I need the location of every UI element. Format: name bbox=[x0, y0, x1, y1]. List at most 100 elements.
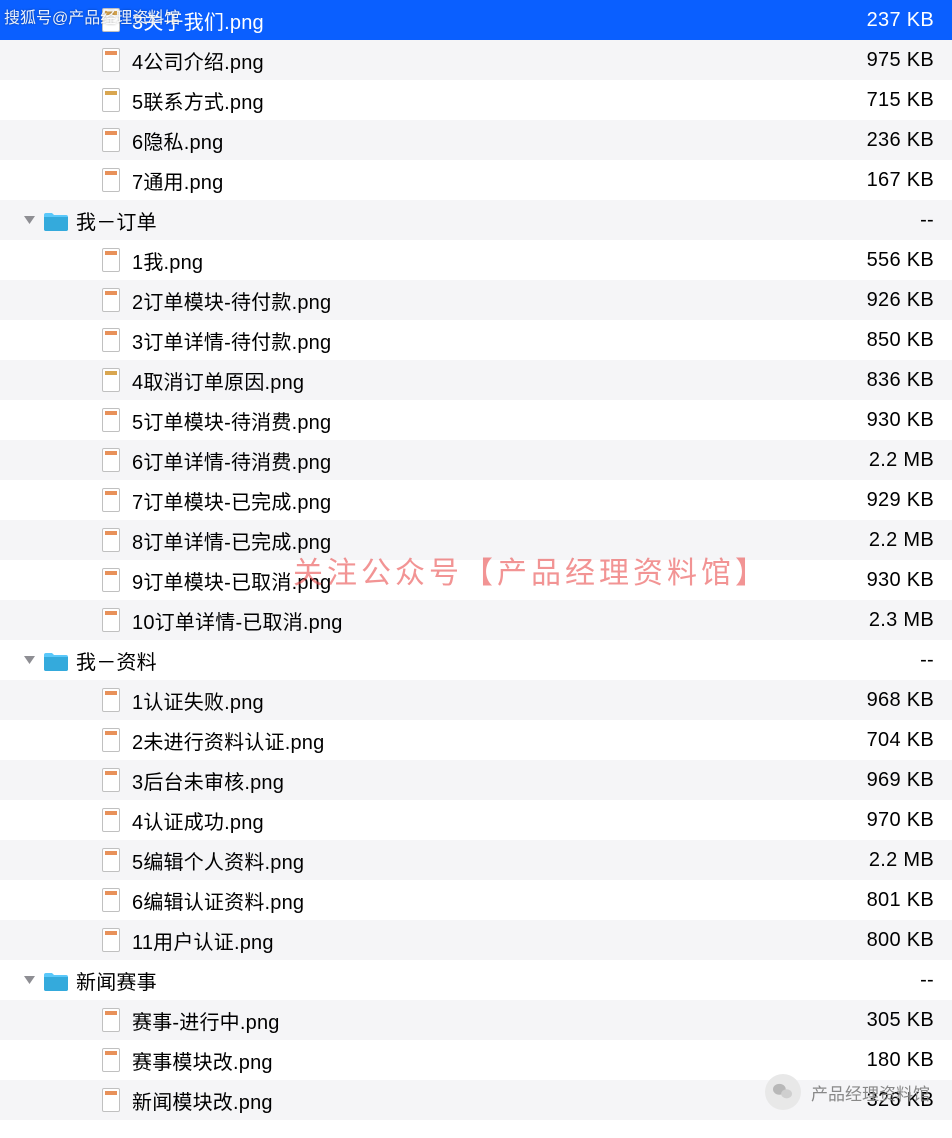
file-size: -- bbox=[844, 969, 934, 992]
file-name: 5编辑个人资料.png bbox=[132, 846, 844, 875]
file-list: 3关于我们.png237 KB4公司介绍.png975 KB5联系方式.png7… bbox=[0, 0, 952, 1120]
file-name: 4取消订单原因.png bbox=[132, 366, 844, 395]
file-size: 715 KB bbox=[844, 89, 934, 112]
image-file-icon bbox=[102, 1048, 120, 1072]
watermark-top-left: 搜狐号@产品经理资料馆 bbox=[4, 4, 180, 28]
file-size: 969 KB bbox=[844, 769, 934, 792]
chevron-down-icon[interactable] bbox=[18, 656, 40, 664]
file-row[interactable]: 10订单详情-已取消.png2.3 MB bbox=[0, 600, 952, 640]
file-name: 1认证失败.png bbox=[132, 686, 844, 715]
image-file-icon bbox=[102, 808, 120, 832]
file-name: 6订单详情-待消费.png bbox=[132, 446, 844, 475]
image-file-icon bbox=[102, 928, 120, 952]
file-row[interactable]: 3订单详情-待付款.png850 KB bbox=[0, 320, 952, 360]
wechat-badge: 产品经理资料馆 bbox=[765, 1074, 930, 1110]
file-size: 180 KB bbox=[844, 1049, 934, 1072]
file-row[interactable]: 1认证失败.png968 KB bbox=[0, 680, 952, 720]
file-name: 9订单模块-已取消.png bbox=[132, 566, 844, 595]
file-name: 3后台未审核.png bbox=[132, 766, 844, 795]
image-file-icon bbox=[102, 168, 120, 192]
file-size: 167 KB bbox=[844, 169, 934, 192]
image-file-icon bbox=[102, 1088, 120, 1112]
folder-name: 我－订单 bbox=[76, 206, 844, 235]
file-row[interactable]: 5订单模块-待消费.png930 KB bbox=[0, 400, 952, 440]
file-row[interactable]: 7通用.png167 KB bbox=[0, 160, 952, 200]
file-row[interactable]: 11用户认证.png800 KB bbox=[0, 920, 952, 960]
image-file-icon bbox=[102, 768, 120, 792]
file-size: 926 KB bbox=[844, 289, 934, 312]
file-name: 5联系方式.png bbox=[132, 86, 844, 115]
file-size: 975 KB bbox=[844, 49, 934, 72]
file-size: 556 KB bbox=[844, 249, 934, 272]
image-file-icon bbox=[102, 848, 120, 872]
folder-name: 我－资料 bbox=[76, 646, 844, 675]
chevron-down-icon[interactable] bbox=[18, 976, 40, 984]
file-name: 赛事模块改.png bbox=[132, 1046, 844, 1075]
file-name: 2未进行资料认证.png bbox=[132, 726, 844, 755]
chevron-down-icon[interactable] bbox=[18, 216, 40, 224]
file-row[interactable]: 6编辑认证资料.png801 KB bbox=[0, 880, 952, 920]
image-file-icon bbox=[102, 888, 120, 912]
file-name: 7订单模块-已完成.png bbox=[132, 486, 844, 515]
folder-row[interactable]: 新闻赛事-- bbox=[0, 960, 952, 1000]
file-row[interactable]: 2订单模块-待付款.png926 KB bbox=[0, 280, 952, 320]
file-name: 6隐私.png bbox=[132, 126, 844, 155]
image-file-icon bbox=[102, 528, 120, 552]
file-name: 5订单模块-待消费.png bbox=[132, 406, 844, 435]
file-row[interactable]: 4取消订单原因.png836 KB bbox=[0, 360, 952, 400]
file-size: 800 KB bbox=[844, 929, 934, 952]
file-row[interactable]: 3后台未审核.png969 KB bbox=[0, 760, 952, 800]
file-size: -- bbox=[844, 209, 934, 232]
file-size: 704 KB bbox=[844, 729, 934, 752]
file-size: 836 KB bbox=[844, 369, 934, 392]
file-row[interactable]: 7订单模块-已完成.png929 KB bbox=[0, 480, 952, 520]
file-size: 850 KB bbox=[844, 329, 934, 352]
file-name: 新闻模块改.png bbox=[132, 1086, 844, 1115]
image-file-icon bbox=[102, 488, 120, 512]
file-name: 1我.png bbox=[132, 246, 844, 275]
folder-icon bbox=[43, 210, 67, 230]
file-row[interactable]: 9订单模块-已取消.png930 KB bbox=[0, 560, 952, 600]
file-name: 4公司介绍.png bbox=[132, 46, 844, 75]
file-size: 929 KB bbox=[844, 489, 934, 512]
image-file-icon bbox=[102, 88, 120, 112]
file-size: 2.2 MB bbox=[844, 529, 934, 552]
wechat-text: 产品经理资料馆 bbox=[811, 1080, 930, 1105]
file-row[interactable]: 2未进行资料认证.png704 KB bbox=[0, 720, 952, 760]
folder-name: 新闻赛事 bbox=[76, 966, 844, 995]
image-file-icon bbox=[102, 568, 120, 592]
file-row[interactable]: 4公司介绍.png975 KB bbox=[0, 40, 952, 80]
file-name: 7通用.png bbox=[132, 166, 844, 195]
file-row[interactable]: 赛事-进行中.png305 KB bbox=[0, 1000, 952, 1040]
image-file-icon bbox=[102, 408, 120, 432]
image-file-icon bbox=[102, 688, 120, 712]
file-name: 3订单详情-待付款.png bbox=[132, 326, 844, 355]
file-row[interactable]: 8订单详情-已完成.png2.2 MB bbox=[0, 520, 952, 560]
file-size: 2.3 MB bbox=[844, 609, 934, 632]
image-file-icon bbox=[102, 128, 120, 152]
image-file-icon bbox=[102, 328, 120, 352]
image-file-icon bbox=[102, 288, 120, 312]
file-name: 3关于我们.png bbox=[132, 6, 844, 35]
file-size: 801 KB bbox=[844, 889, 934, 912]
file-size: 236 KB bbox=[844, 129, 934, 152]
folder-row[interactable]: 我－资料-- bbox=[0, 640, 952, 680]
folder-icon bbox=[43, 970, 67, 990]
file-row[interactable]: 6订单详情-待消费.png2.2 MB bbox=[0, 440, 952, 480]
file-row[interactable]: 6隐私.png236 KB bbox=[0, 120, 952, 160]
file-row[interactable]: 5联系方式.png715 KB bbox=[0, 80, 952, 120]
file-size: 2.2 MB bbox=[844, 849, 934, 872]
file-size: 305 KB bbox=[844, 1009, 934, 1032]
folder-row[interactable]: 我－订单-- bbox=[0, 200, 952, 240]
image-file-icon bbox=[102, 448, 120, 472]
file-size: 930 KB bbox=[844, 409, 934, 432]
file-size: 237 KB bbox=[844, 9, 934, 32]
file-row[interactable]: 4认证成功.png970 KB bbox=[0, 800, 952, 840]
file-name: 4认证成功.png bbox=[132, 806, 844, 835]
file-size: 930 KB bbox=[844, 569, 934, 592]
file-row[interactable]: 5编辑个人资料.png2.2 MB bbox=[0, 840, 952, 880]
file-name: 8订单详情-已完成.png bbox=[132, 526, 844, 555]
file-size: 970 KB bbox=[844, 809, 934, 832]
file-row[interactable]: 1我.png556 KB bbox=[0, 240, 952, 280]
image-file-icon bbox=[102, 48, 120, 72]
